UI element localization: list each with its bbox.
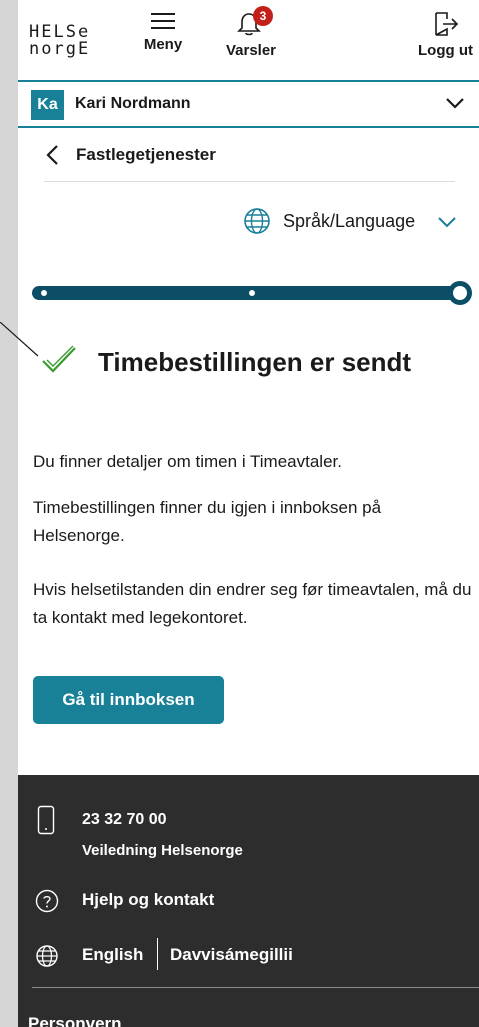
progress-step-marker [41, 290, 47, 296]
check-icon [42, 345, 76, 373]
info-paragraph: Du finner detaljer om timen i Timeavtale… [33, 452, 342, 471]
help-icon [35, 889, 59, 913]
page: HELSe norgE Meny 3 Varsler Logg ut Ka Ka… [18, 0, 479, 1027]
menu-button[interactable]: Meny [143, 10, 183, 53]
help-contact-link[interactable]: Hjelp og kontakt [82, 890, 214, 910]
globe-icon [244, 208, 270, 234]
globe-icon [36, 945, 58, 967]
helsenorge-logo[interactable]: HELSe norgE [29, 24, 90, 58]
logout-icon [434, 12, 458, 36]
mobile-phone-icon [37, 805, 55, 835]
avatar: Ka [31, 90, 64, 120]
back-link[interactable]: Fastlegetjenester [76, 145, 216, 165]
top-header: HELSe norgE Meny 3 Varsler Logg ut [18, 0, 479, 80]
logo-bottom-line: norgE [29, 39, 91, 59]
chevron-down-icon [446, 98, 464, 109]
info-paragraph: Hvis helsetilstanden din endrer seg før … [33, 580, 472, 627]
logout-button[interactable]: Logg ut [418, 10, 473, 59]
alerts-count-badge: 3 [253, 6, 273, 26]
progress-current-step [448, 281, 472, 305]
progress-step-marker [249, 290, 255, 296]
menu-label: Meny [143, 36, 183, 53]
language-sami-link[interactable]: Davvisámegillii [170, 945, 293, 965]
step-progress [32, 281, 472, 305]
annotation-line [0, 322, 39, 357]
user-selector[interactable]: Ka Kari Nordmann [18, 80, 479, 128]
progress-track [32, 286, 462, 300]
user-name: Kari Nordmann [75, 95, 191, 112]
privacy-link[interactable]: Personvern [28, 1014, 122, 1027]
divider [157, 938, 158, 970]
chevron-left-icon[interactable] [44, 144, 60, 166]
go-to-inbox-button[interactable]: Gå til innboksen [33, 676, 224, 724]
alerts-label: Varsler [225, 42, 277, 59]
language-english-link[interactable]: English [82, 945, 143, 965]
footer: 23 32 70 00 Veiledning Helsenorge Hjelp … [18, 775, 479, 1027]
phone-number-link[interactable]: 23 32 70 00 [82, 811, 167, 829]
page-title: Timebestillingen er sendt [98, 347, 412, 377]
chevron-down-icon [438, 217, 456, 228]
logout-label: Logg ut [418, 42, 473, 59]
divider [32, 987, 479, 988]
back-navigation: Fastlegetjenester [44, 128, 455, 182]
phone-caption: Veiledning Helsenorge [82, 842, 243, 859]
info-paragraph: Timebestillingen finner du igjen i innbo… [33, 498, 382, 545]
alerts-button[interactable]: 3 Varsler [221, 6, 281, 59]
hamburger-icon [151, 13, 175, 29]
language-label: Språk/Language [283, 211, 416, 231]
